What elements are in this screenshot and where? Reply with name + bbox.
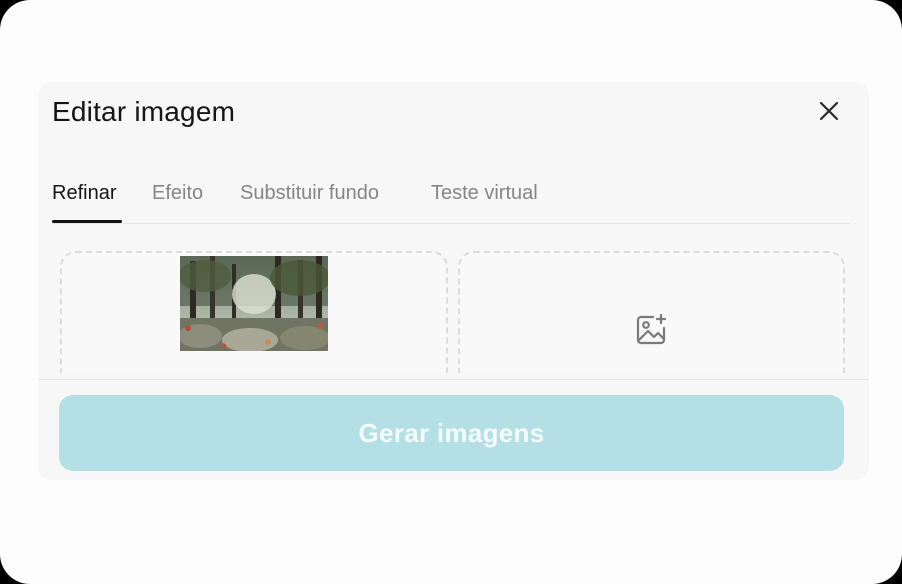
forest-photo-thumbnail — [180, 256, 328, 351]
image-add-icon — [636, 313, 667, 345]
tab-efeito[interactable]: Efeito — [152, 182, 203, 205]
tab-teste-virtual[interactable]: Teste virtual — [431, 182, 538, 205]
dialog-footer: Gerar imagens — [38, 379, 869, 480]
generate-images-button[interactable]: Gerar imagens — [59, 395, 844, 471]
close-icon — [819, 101, 839, 121]
source-image-slot[interactable] — [60, 251, 448, 373]
screen: Editar imagem Refinar Efeito Substituir … — [0, 0, 902, 584]
active-tab-indicator — [52, 220, 122, 223]
close-button[interactable] — [816, 98, 842, 124]
dialog-title: Editar imagem — [52, 96, 236, 127]
tab-refinar[interactable]: Refinar — [52, 182, 116, 205]
add-image-slot[interactable] — [458, 251, 845, 373]
tab-bar: Refinar Efeito Substituir fundo Teste vi… — [52, 182, 850, 224]
tab-substituir-fundo[interactable]: Substituir fundo — [240, 182, 379, 205]
edit-image-dialog: Editar imagem Refinar Efeito Substituir … — [38, 82, 869, 480]
